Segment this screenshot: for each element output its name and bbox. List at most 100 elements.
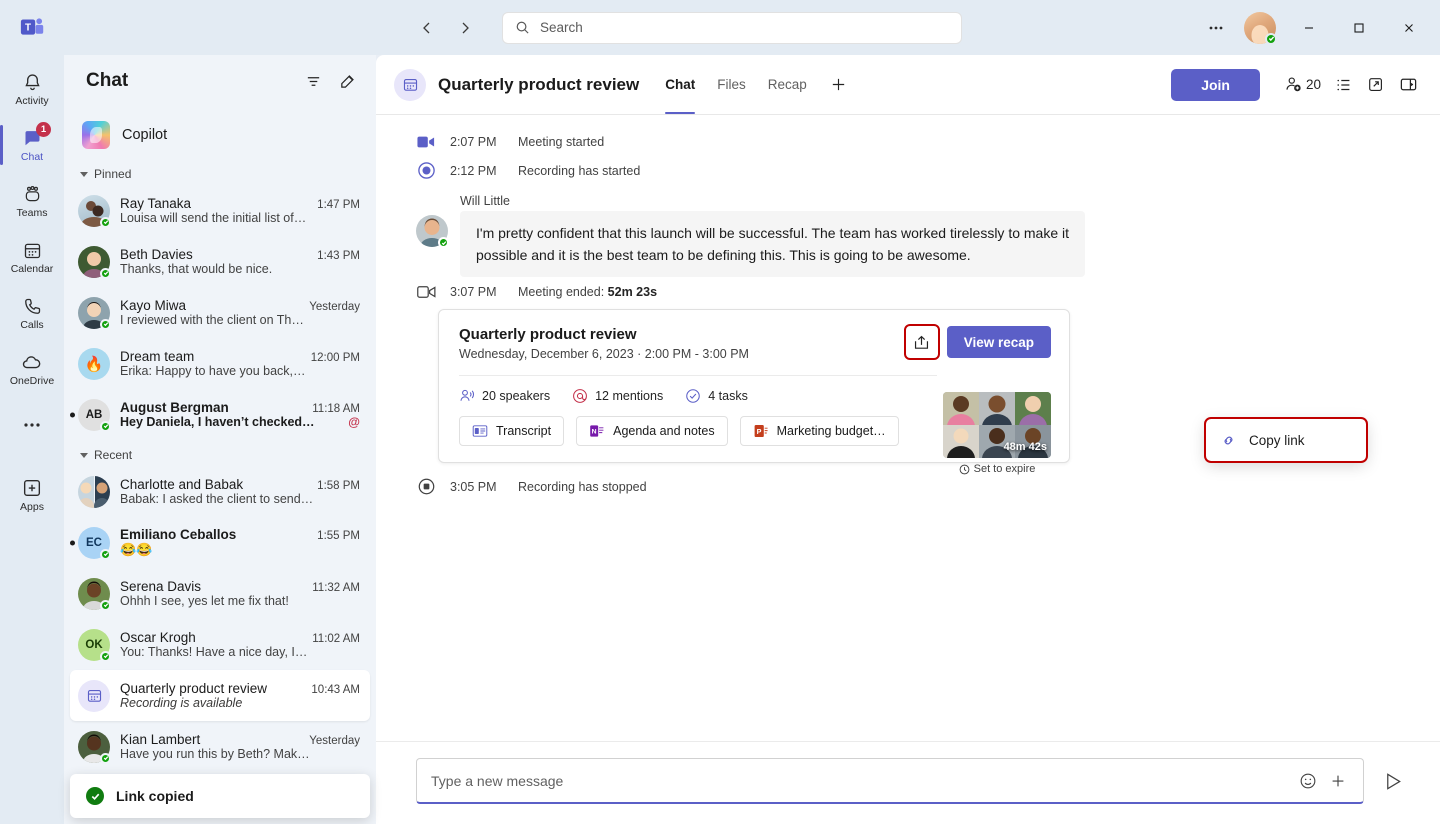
onenote-icon: N	[589, 423, 605, 439]
avatar: AB	[78, 399, 110, 431]
back-button[interactable]	[412, 13, 442, 43]
message-composer[interactable]	[416, 758, 1364, 804]
chat-item-preview: I reviewed with the client on Th…	[120, 313, 360, 327]
chat-list-item[interactable]: Kian LambertYesterday Have you run this …	[70, 721, 370, 772]
chat-list-title: Chat	[86, 70, 128, 92]
filter-button[interactable]	[298, 66, 328, 96]
chat-list-item[interactable]: EC Emiliano Ceballos1:55 PM 😂😂	[70, 517, 370, 568]
maximize-icon	[1353, 22, 1365, 34]
send-button[interactable]	[1376, 764, 1410, 798]
presence-badge	[100, 651, 111, 662]
section-header-pinned[interactable]: Pinned	[70, 159, 370, 185]
svg-text:N: N	[592, 429, 597, 436]
chat-list-item[interactable]: Beth Davies1:43 PM Thanks, that would be…	[70, 236, 370, 287]
tab-chat[interactable]: Chat	[655, 55, 705, 114]
chat-item-meta: Serena Davis11:32 AM Ohhh I see, yes let…	[120, 579, 360, 608]
phone-icon	[21, 295, 43, 317]
chat-item-meta: Kayo MiwaYesterday I reviewed with the c…	[120, 298, 360, 327]
chat-icon: 1	[21, 127, 43, 149]
chip-agenda-and-notes[interactable]: N Agenda and notes	[576, 416, 727, 446]
sidebar-item-teams[interactable]: Teams	[0, 173, 64, 229]
section-header-recent[interactable]: Recent	[70, 440, 370, 466]
event-time: 3:05 PM	[450, 480, 504, 494]
share-button[interactable]	[907, 327, 937, 357]
chat-list-item[interactable]: OK Oscar Krogh11:02 AM You: Thanks! Have…	[70, 619, 370, 670]
chip-transcript[interactable]: Transcript	[459, 416, 564, 446]
conversation-header: Quarterly product review Chat Files Reca…	[376, 55, 1440, 115]
unread-indicator	[70, 540, 75, 545]
title-bar: T Search	[0, 0, 1440, 55]
recording-duration: 48m 42s	[1004, 441, 1047, 453]
chat-details-button[interactable]	[1329, 69, 1359, 101]
avatar-photo-group	[78, 476, 110, 508]
chat-unread-badge: 1	[36, 122, 51, 137]
chat-list-item[interactable]: 🔥 Dream team12:00 PM Erika: Happy to hav…	[70, 338, 370, 389]
sidebar-label-onedrive: OneDrive	[10, 375, 54, 387]
new-chat-button[interactable]	[332, 66, 362, 96]
popout-button[interactable]	[1361, 69, 1391, 101]
chat-list-item[interactable]: AB August Bergman11:18 AM Hey Daniela, I…	[70, 389, 370, 440]
chat-list-item[interactable]: Ray Tanaka1:47 PM Louisa will send the i…	[70, 185, 370, 236]
menu-item-copy-link[interactable]: Copy link	[1206, 424, 1366, 456]
chat-item-preview: Ohhh I see, yes let me fix that!	[120, 594, 360, 608]
view-recap-button[interactable]: View recap	[947, 326, 1051, 358]
sidebar-item-calendar[interactable]: Calendar	[0, 229, 64, 285]
side-panel-button[interactable]	[1393, 69, 1424, 101]
chip-marketing-budget[interactable]: P Marketing budget…	[740, 416, 899, 446]
add-people-button[interactable]: 20	[1278, 69, 1327, 101]
tab-recap[interactable]: Recap	[758, 55, 817, 114]
sidebar-label-activity: Activity	[15, 95, 48, 107]
chip-label: Agenda and notes	[613, 424, 714, 438]
recording-thumbnail-area: 48m 42s Set to expire	[943, 392, 1051, 475]
divider	[459, 375, 937, 376]
tab-files[interactable]: Files	[707, 55, 756, 114]
chat-list-item[interactable]: Serena Davis11:32 AM Ohhh I see, yes let…	[70, 568, 370, 619]
tab-label: Files	[717, 77, 746, 92]
section-label-recent: Recent	[94, 448, 132, 462]
search-placeholder: Search	[540, 20, 583, 35]
toast-message: Link copied	[116, 788, 194, 804]
chat-item-time: 1:58 PM	[317, 480, 360, 492]
recording-thumbnail[interactable]: 48m 42s	[943, 392, 1051, 458]
more-actions-button[interactable]	[1323, 766, 1353, 796]
sidebar-item-calls[interactable]: Calls	[0, 285, 64, 341]
recap-subtitle: Wednesday, December 6, 2023 · 2:00 PM - …	[459, 347, 749, 361]
chat-item-name: August Bergman	[120, 400, 306, 415]
chat-list-item-quarterly-product-review[interactable]: Quarterly product review10:43 AM Recordi…	[70, 670, 370, 721]
search-bar[interactable]: Search	[502, 12, 962, 44]
close-button[interactable]	[1386, 11, 1432, 45]
video-filled-icon	[416, 135, 436, 149]
maximize-button[interactable]	[1336, 11, 1382, 45]
system-message-meeting-ended: 3:07 PM Meeting ended: 52m 23s	[394, 279, 1400, 305]
chat-list-item-copilot[interactable]: Copilot	[70, 111, 370, 159]
forward-button[interactable]	[450, 13, 480, 43]
chat-item-time: Yesterday	[309, 735, 360, 747]
chat-item-time: 11:02 AM	[312, 633, 360, 645]
minimize-icon	[1303, 22, 1315, 34]
share-icon	[913, 334, 930, 351]
emoji-button[interactable]	[1293, 766, 1323, 796]
user-avatar[interactable]	[1244, 12, 1276, 44]
video-tile	[979, 392, 1015, 425]
message-list[interactable]: 2:07 PM Meeting started 2:12 PM Recordin…	[376, 115, 1440, 741]
chat-list-item[interactable]: Charlotte and Babak1:58 PM Babak: I aske…	[70, 466, 370, 517]
meeting-ended-label: Meeting ended:	[518, 285, 604, 299]
sidebar-item-activity[interactable]: Activity	[0, 61, 64, 117]
expiry-label: Set to expire	[974, 463, 1036, 475]
menu-item-label: Copy link	[1249, 433, 1305, 448]
event-text: Meeting ended: 52m 23s	[518, 285, 657, 299]
meeting-avatar	[78, 680, 110, 712]
sidebar-item-apps[interactable]: Apps	[0, 467, 64, 523]
chat-item-meta: Dream team12:00 PM Erika: Happy to have …	[120, 349, 360, 378]
minimize-button[interactable]	[1286, 11, 1332, 45]
chat-list-item[interactable]: Kayo MiwaYesterday I reviewed with the c…	[70, 287, 370, 338]
chat-list-scroll-area[interactable]: Copilot Pinned	[64, 107, 376, 824]
sidebar-item-chat[interactable]: 1 Chat	[0, 117, 64, 173]
join-button[interactable]: Join	[1171, 69, 1260, 101]
presence-available-badge	[1265, 33, 1277, 45]
sidebar-item-onedrive[interactable]: OneDrive	[0, 341, 64, 397]
add-tab-button[interactable]	[825, 71, 853, 99]
more-options-button[interactable]	[1198, 12, 1234, 44]
message-input[interactable]	[431, 773, 1293, 789]
sidebar-item-more[interactable]	[0, 397, 64, 453]
